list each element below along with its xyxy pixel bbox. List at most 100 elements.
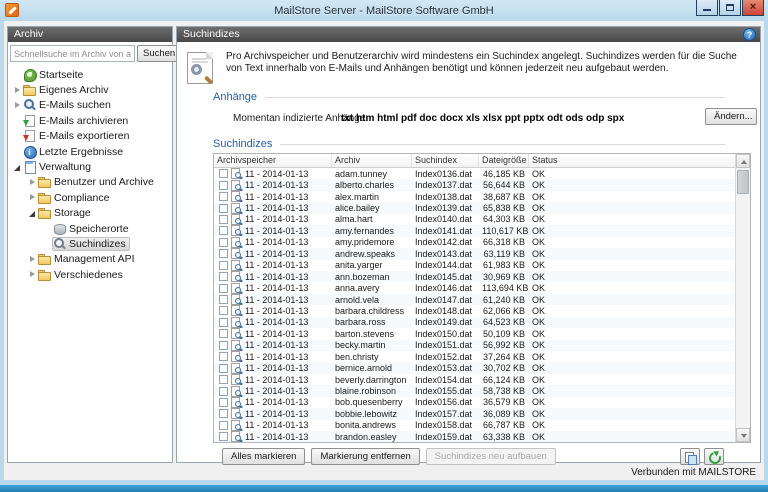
sidebar-item-verwaltung[interactable]: Verwaltung [8,159,172,175]
index-search-icon[interactable] [231,396,242,408]
rebuild-indexes-button[interactable]: Suchindizes neu aufbauen [425,448,556,465]
index-search-icon[interactable] [231,316,242,328]
table-row[interactable]: 11 - 2014-01-13 bob.quesenberry Index015… [214,396,750,408]
table-row[interactable]: 11 - 2014-01-13 alice.bailey Index0139.d… [214,202,750,214]
row-checkbox[interactable] [219,237,228,247]
column-status[interactable]: Status [529,154,750,167]
index-search-icon[interactable] [231,168,242,180]
index-search-icon[interactable] [231,282,242,294]
tree-expander[interactable] [13,101,22,110]
row-checkbox[interactable] [219,317,228,327]
export-list-button[interactable] [680,448,700,465]
tree-expander[interactable] [13,147,22,156]
row-checkbox[interactable] [219,169,228,179]
tree-expander[interactable] [28,193,37,202]
index-search-icon[interactable] [231,362,242,374]
index-search-icon[interactable] [231,294,242,306]
scroll-up-icon[interactable] [736,154,750,168]
tree-expander[interactable] [13,116,22,125]
table-row[interactable]: 11 - 2014-01-13 arnold.vela Index0147.da… [214,293,750,306]
index-search-icon[interactable] [231,213,242,225]
search-button[interactable]: Suchen [137,45,182,62]
row-checkbox[interactable] [219,363,228,373]
table-row[interactable]: 11 - 2014-01-13 bonita.andrews Index0158… [214,419,750,431]
search-input[interactable] [10,45,135,62]
row-checkbox[interactable] [219,420,228,430]
tree-expander[interactable] [28,255,37,264]
row-checkbox[interactable] [219,295,228,305]
index-search-icon[interactable] [231,248,242,260]
table-row[interactable]: 11 - 2014-01-13 amy.pridemore Index0142.… [214,236,750,248]
row-checkbox[interactable] [219,203,228,213]
table-row[interactable]: 11 - 2014-01-13 adam.tunney Index0136.da… [214,168,750,180]
sidebar-item-startseite[interactable]: Startseite [8,67,172,82]
tree-expander[interactable] [13,86,22,95]
row-checkbox[interactable] [219,352,228,362]
tree-expander[interactable] [43,239,52,248]
index-search-icon[interactable] [231,236,242,248]
help-icon[interactable]: ? [743,28,756,41]
sidebar-item-verschiedenes[interactable]: Verschiedenes [8,267,172,282]
row-checkbox[interactable] [219,432,228,442]
table-row[interactable]: 11 - 2014-01-13 alex.martin Index0138.da… [214,191,750,203]
index-search-icon[interactable] [231,259,242,271]
row-checkbox[interactable] [219,397,228,407]
row-checkbox[interactable] [219,226,228,236]
table-row[interactable]: 11 - 2014-01-13 becky.martin Index0151.d… [214,339,750,351]
table-row[interactable]: 11 - 2014-01-13 alberto.charles Index013… [214,179,750,191]
table-row[interactable]: 11 - 2014-01-13 beverly.darrington Index… [214,374,750,386]
tree-expander[interactable] [13,70,22,79]
row-checkbox[interactable] [219,260,228,270]
column-dateigroesse[interactable]: Dateigröße [479,154,529,167]
sidebar-item-suchindizes[interactable]: Suchindizes [8,236,172,251]
tree-expander[interactable] [13,132,22,141]
index-search-icon[interactable] [231,419,242,431]
sidebar-item-compliance[interactable]: Compliance [8,190,172,205]
table-row[interactable]: 11 - 2014-01-13 anna.avery Index0146.dat… [214,282,750,294]
tree-expander[interactable] [43,224,52,233]
row-checkbox[interactable] [219,192,228,202]
sidebar-item-storage[interactable]: Storage [8,206,172,221]
scroll-down-icon[interactable] [736,428,750,442]
sidebar-item-e-mails-archivieren[interactable]: E-Mails archivieren [8,113,172,128]
index-search-icon[interactable] [231,339,242,351]
row-checkbox[interactable] [219,306,228,316]
sidebar-item-eigenes-archiv[interactable]: Eigenes Archiv [8,82,172,97]
index-search-icon[interactable] [231,225,242,237]
table-row[interactable]: 11 - 2014-01-13 ann.bozeman Index0145.da… [214,270,750,283]
sidebar-item-letzte-ergebnisse[interactable]: Letzte Ergebnisse [8,144,172,159]
index-search-icon[interactable] [231,408,242,420]
index-search-icon[interactable] [231,305,242,317]
table-row[interactable]: 11 - 2014-01-13 bobbie.lebowitz Index015… [214,408,750,420]
index-search-icon[interactable] [231,271,242,283]
index-search-icon[interactable] [231,385,242,397]
sidebar-item-benutzer-und-archive[interactable]: Benutzer und Archive [8,175,172,190]
tree-expander[interactable] [13,163,22,172]
row-checkbox[interactable] [219,409,228,419]
table-row[interactable]: 11 - 2014-01-13 amy.fernandes Index0141.… [214,225,750,237]
select-all-button[interactable]: Alles markieren [222,448,306,465]
table-row[interactable]: 11 - 2014-01-13 anita.yarger Index0144.d… [214,259,750,271]
index-search-icon[interactable] [231,328,242,340]
index-search-icon[interactable] [231,431,242,442]
row-checkbox[interactable] [219,249,228,259]
minimize-button[interactable] [696,0,718,16]
table-row[interactable]: 11 - 2014-01-13 andrew.speaks Index0143.… [214,248,750,260]
sidebar-item-speicherorte[interactable]: Speicherorte [8,221,172,236]
change-attachments-button[interactable]: Ändern... [705,108,757,125]
clear-selection-button[interactable]: Markierung entfernen [311,448,420,465]
column-archivspeicher[interactable]: Archivspeicher [214,154,332,167]
table-row[interactable]: 11 - 2014-01-13 bernice.arnold Index0153… [214,362,750,374]
index-search-icon[interactable] [231,351,242,363]
table-row[interactable]: 11 - 2014-01-13 blaine.robinson Index015… [214,385,750,397]
index-search-icon[interactable] [231,191,242,203]
close-button[interactable]: × [742,0,764,16]
row-checkbox[interactable] [219,214,228,224]
index-search-icon[interactable] [231,374,242,386]
row-checkbox[interactable] [219,283,228,293]
table-row[interactable]: 11 - 2014-01-13 alma.hart Index0140.dat … [214,213,750,225]
row-checkbox[interactable] [219,272,228,282]
table-scrollbar[interactable] [735,154,750,442]
row-checkbox[interactable] [219,386,228,396]
column-archiv[interactable]: Archiv [332,154,412,167]
